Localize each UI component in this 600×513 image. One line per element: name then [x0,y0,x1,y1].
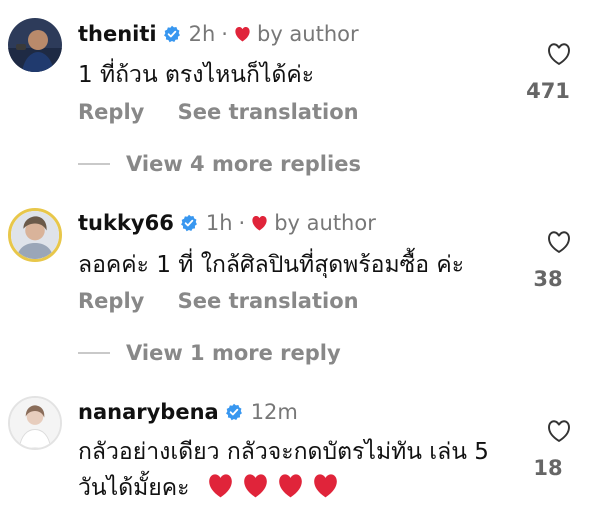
avatar[interactable] [8,396,62,450]
like-heart-icon[interactable] [546,230,572,254]
like-count: 471 [526,79,570,103]
comment-nanarybena: nanarybena 12m กลัวอย่างเดียว กลัวจะกดบั… [0,378,600,513]
comment-actions: Reply See translation [78,289,385,313]
view-more-replies-label: View 1 more reply [126,341,341,365]
comment-header: tukky66 1h · by author [78,211,376,235]
comment-header: theniti 2h · by author [78,22,359,46]
replies-divider-line [78,352,110,354]
see-translation-button[interactable]: See translation [178,289,359,313]
red-heart-emoji-icon [312,473,339,498]
username[interactable]: tukky66 [78,211,174,235]
red-heart-emoji-icon [242,473,269,498]
verified-badge-icon [225,403,243,421]
red-heart-emoji-icon [277,473,304,498]
avatar[interactable] [8,208,62,262]
verified-badge-icon [180,214,198,232]
view-more-replies-button[interactable]: View 4 more replies [78,152,361,176]
like-count: 18 [533,456,563,480]
comment-header: nanarybena 12m [78,400,298,424]
view-more-replies-button[interactable]: View 1 more reply [78,341,341,365]
see-translation-button[interactable]: See translation [178,100,359,124]
author-heart-icon [234,26,251,42]
separator-dot: · [221,22,228,46]
red-heart-emoji-icon [207,473,234,498]
reply-button[interactable]: Reply [78,100,144,124]
separator-dot: · [238,211,246,235]
reply-button[interactable]: Reply [78,289,144,313]
comment-text-fragment: วันได้มั้ยคะ [78,475,190,501]
liked-by-author-label: by author [274,211,376,235]
avatar[interactable] [8,18,62,72]
avatar-photo [11,211,59,259]
comment-theniti: theniti 2h · by author 1 ที่ถ้วน ตรงไหนก… [0,0,600,190]
comment-text: ลอคค่ะ 1 ที่ ใกล้ศิลปินที่สุดพร้อมซื้อ ค… [78,252,465,278]
avatar-photo [8,18,62,72]
like-heart-icon[interactable] [546,42,572,66]
comment-tukky66: tukky66 1h · by author ลอคค่ะ 1 ที่ ใกล้… [0,189,600,379]
username[interactable]: nanarybena [78,400,219,424]
username[interactable]: theniti [78,22,157,46]
verified-badge-icon [163,25,181,43]
like-heart-icon[interactable] [546,419,572,443]
like-count: 38 [533,267,563,291]
timestamp: 2h [188,22,216,46]
timestamp: 12m [250,400,298,424]
comment-text: กลัวอย่างเดียว กลัวจะกดบัตรไม่ทัน เล่น 5… [78,434,528,506]
author-heart-icon [251,215,268,231]
timestamp: 1h [205,211,233,235]
liked-by-author-label: by author [256,22,359,46]
view-more-replies-label: View 4 more replies [126,152,361,176]
comment-text: 1 ที่ถ้วน ตรงไหนก็ได้ค่ะ [78,62,315,88]
comment-actions: Reply See translation [78,100,385,124]
comment-text-line: วันได้มั้ยคะ [78,470,528,506]
comment-text-line: กลัวอย่างเดียว กลัวจะกดบัตรไม่ทัน เล่น 5 [78,439,489,465]
avatar-photo [10,398,60,448]
replies-divider-line [78,163,110,165]
